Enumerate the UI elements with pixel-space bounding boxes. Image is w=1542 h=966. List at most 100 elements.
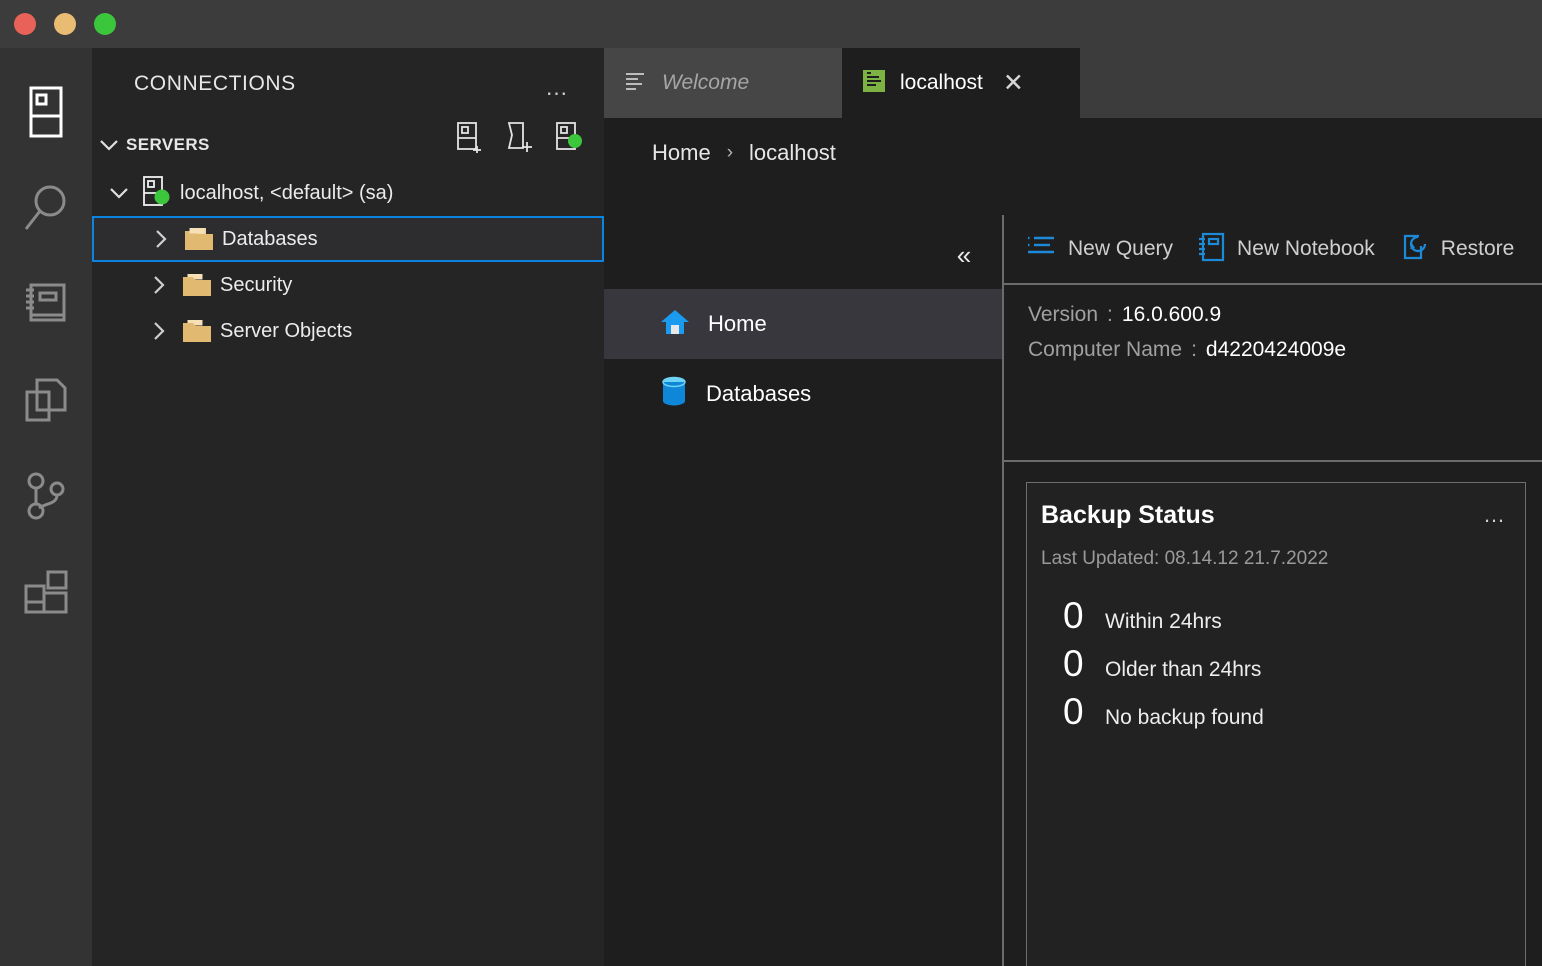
activity-item-extensions[interactable] xyxy=(0,544,92,640)
dashboard-nav-item-databases[interactable]: Databases xyxy=(604,359,1002,429)
property-value: d4220424009e xyxy=(1205,338,1347,361)
new-notebook-label: New Notebook xyxy=(1237,237,1375,260)
dashboard-nav: « Home Databases xyxy=(604,215,1002,966)
activity-item-search[interactable] xyxy=(0,160,92,256)
app-window: CONNECTIONS … SERVERS localhost, <defaul… xyxy=(0,0,1542,966)
minimize-window-button[interactable] xyxy=(54,13,76,35)
chevron-right-icon[interactable] xyxy=(142,229,180,249)
tab-label: Welcome xyxy=(662,71,750,94)
restore-button[interactable]: Restore xyxy=(1397,215,1517,283)
activity-bar xyxy=(0,48,92,966)
window-controls xyxy=(14,13,116,35)
chevron-right-icon[interactable] xyxy=(140,275,178,295)
sidebar-title: CONNECTIONS xyxy=(134,72,296,95)
server-active-icon[interactable] xyxy=(554,120,586,154)
chevron-down-icon xyxy=(92,138,126,152)
backup-status-card: Backup Status … Last Updated: 08.14.12 2… xyxy=(1026,482,1526,966)
server-tree: localhost, <default> (sa) Databases Secu… xyxy=(92,170,604,354)
stat-count: 0 xyxy=(1063,643,1084,684)
card-title: Backup Status xyxy=(1041,501,1215,529)
new-notebook-button[interactable]: New Notebook xyxy=(1195,215,1377,283)
tab-welcome[interactable]: Welcome xyxy=(604,48,842,118)
new-notebook-icon xyxy=(1197,232,1225,267)
folder-icon xyxy=(178,272,216,298)
card-more-actions-button[interactable]: … xyxy=(1479,503,1511,527)
tree-item-label: Databases xyxy=(222,227,318,250)
activity-item-notebooks[interactable] xyxy=(0,256,92,352)
backup-stat-row: 0 Within 24hrs xyxy=(1063,595,1264,637)
activity-item-source-control[interactable] xyxy=(0,448,92,544)
dashboard-toolbar: New Query New Notebook Restore xyxy=(1004,215,1542,283)
title-bar xyxy=(0,0,1542,48)
stat-label: Within 24hrs xyxy=(1105,610,1222,633)
breadcrumb-current[interactable]: localhost xyxy=(749,140,836,166)
source-control-icon xyxy=(24,472,68,520)
folder-icon xyxy=(180,226,218,252)
property-colon: : xyxy=(1107,303,1113,326)
servers-section-actions xyxy=(454,120,586,154)
server-add-icon[interactable] xyxy=(454,120,486,154)
welcome-icon xyxy=(624,70,648,97)
server-icon xyxy=(138,175,176,211)
tree-item-server[interactable]: localhost, <default> (sa) xyxy=(92,170,604,216)
home-icon xyxy=(660,308,690,341)
activity-item-queries[interactable] xyxy=(0,352,92,448)
dashboard-icon xyxy=(862,69,886,98)
restore-icon xyxy=(1399,232,1429,267)
tab-localhost[interactable]: localhost ✕ xyxy=(842,48,1080,118)
tree-item-databases[interactable]: Databases xyxy=(92,216,604,262)
dashboard-nav-label: Home xyxy=(708,311,767,336)
files-icon xyxy=(23,376,69,424)
stat-count: 0 xyxy=(1063,691,1084,732)
servers-section-label: SERVERS xyxy=(126,135,210,154)
folder-icon xyxy=(178,318,216,344)
property-colon: : xyxy=(1191,338,1197,361)
property-row-version: Version : 16.0.600.9 xyxy=(1028,303,1346,327)
tab-label: localhost xyxy=(900,71,983,94)
activity-item-servers[interactable] xyxy=(0,64,92,160)
extensions-icon xyxy=(23,569,69,615)
breadcrumb: Home › localhost xyxy=(652,140,836,166)
servers-icon xyxy=(28,85,64,139)
close-window-button[interactable] xyxy=(14,13,36,35)
sidebar-more-actions-button[interactable]: … xyxy=(539,74,576,100)
tree-item-security[interactable]: Security xyxy=(92,262,604,308)
backup-stat-row: 0 No backup found xyxy=(1063,691,1264,733)
dashboard-nav-label: Databases xyxy=(706,381,812,406)
breadcrumb-root[interactable]: Home xyxy=(652,140,711,166)
card-last-updated: Last Updated: 08.14.12 21.7.2022 xyxy=(1041,548,1329,569)
property-value: 16.0.600.9 xyxy=(1121,303,1222,326)
stat-label: No backup found xyxy=(1105,706,1264,729)
search-icon xyxy=(22,183,70,233)
backup-stats-list: 0 Within 24hrs 0 Older than 24hrs 0 No b… xyxy=(1063,595,1264,739)
tree-item-server-objects[interactable]: Server Objects xyxy=(92,308,604,354)
new-query-button[interactable]: New Query xyxy=(1024,215,1175,283)
tab-bar: Welcome localhost ✕ xyxy=(604,48,1542,118)
server-properties: Version : 16.0.600.9 Computer Name : d42… xyxy=(1028,303,1346,373)
property-row-computer-name: Computer Name : d4220424009e xyxy=(1028,338,1346,362)
close-icon[interactable]: ✕ xyxy=(1003,71,1024,96)
folder-add-icon[interactable] xyxy=(504,120,536,154)
tree-item-label: Server Objects xyxy=(220,319,353,342)
tree-item-label: Security xyxy=(220,273,293,296)
chevron-down-icon[interactable] xyxy=(100,186,138,200)
dashboard-nav-item-home[interactable]: Home xyxy=(604,289,1002,359)
restore-label: Restore xyxy=(1440,237,1515,260)
editor-area: Welcome localhost ✕ Home › localhost « H… xyxy=(604,48,1542,966)
toolbar-divider xyxy=(1004,283,1542,285)
stat-label: Older than 24hrs xyxy=(1105,658,1262,681)
database-icon xyxy=(660,376,688,413)
stat-count: 0 xyxy=(1063,595,1084,636)
tree-item-label: localhost, <default> (sa) xyxy=(180,181,394,204)
notebook-icon xyxy=(23,281,69,327)
collapse-panel-button[interactable]: « xyxy=(944,237,984,273)
backup-stat-row: 0 Older than 24hrs xyxy=(1063,643,1264,685)
new-query-icon xyxy=(1026,234,1056,265)
new-query-label: New Query xyxy=(1068,237,1174,260)
dashboard-main: New Query New Notebook Restore Version:… xyxy=(1004,215,1542,966)
maximize-window-button[interactable] xyxy=(94,13,116,35)
properties-divider xyxy=(1004,460,1542,462)
property-key: Computer Name xyxy=(1028,338,1183,361)
chevron-right-icon: › xyxy=(726,142,734,163)
chevron-right-icon[interactable] xyxy=(140,321,178,341)
